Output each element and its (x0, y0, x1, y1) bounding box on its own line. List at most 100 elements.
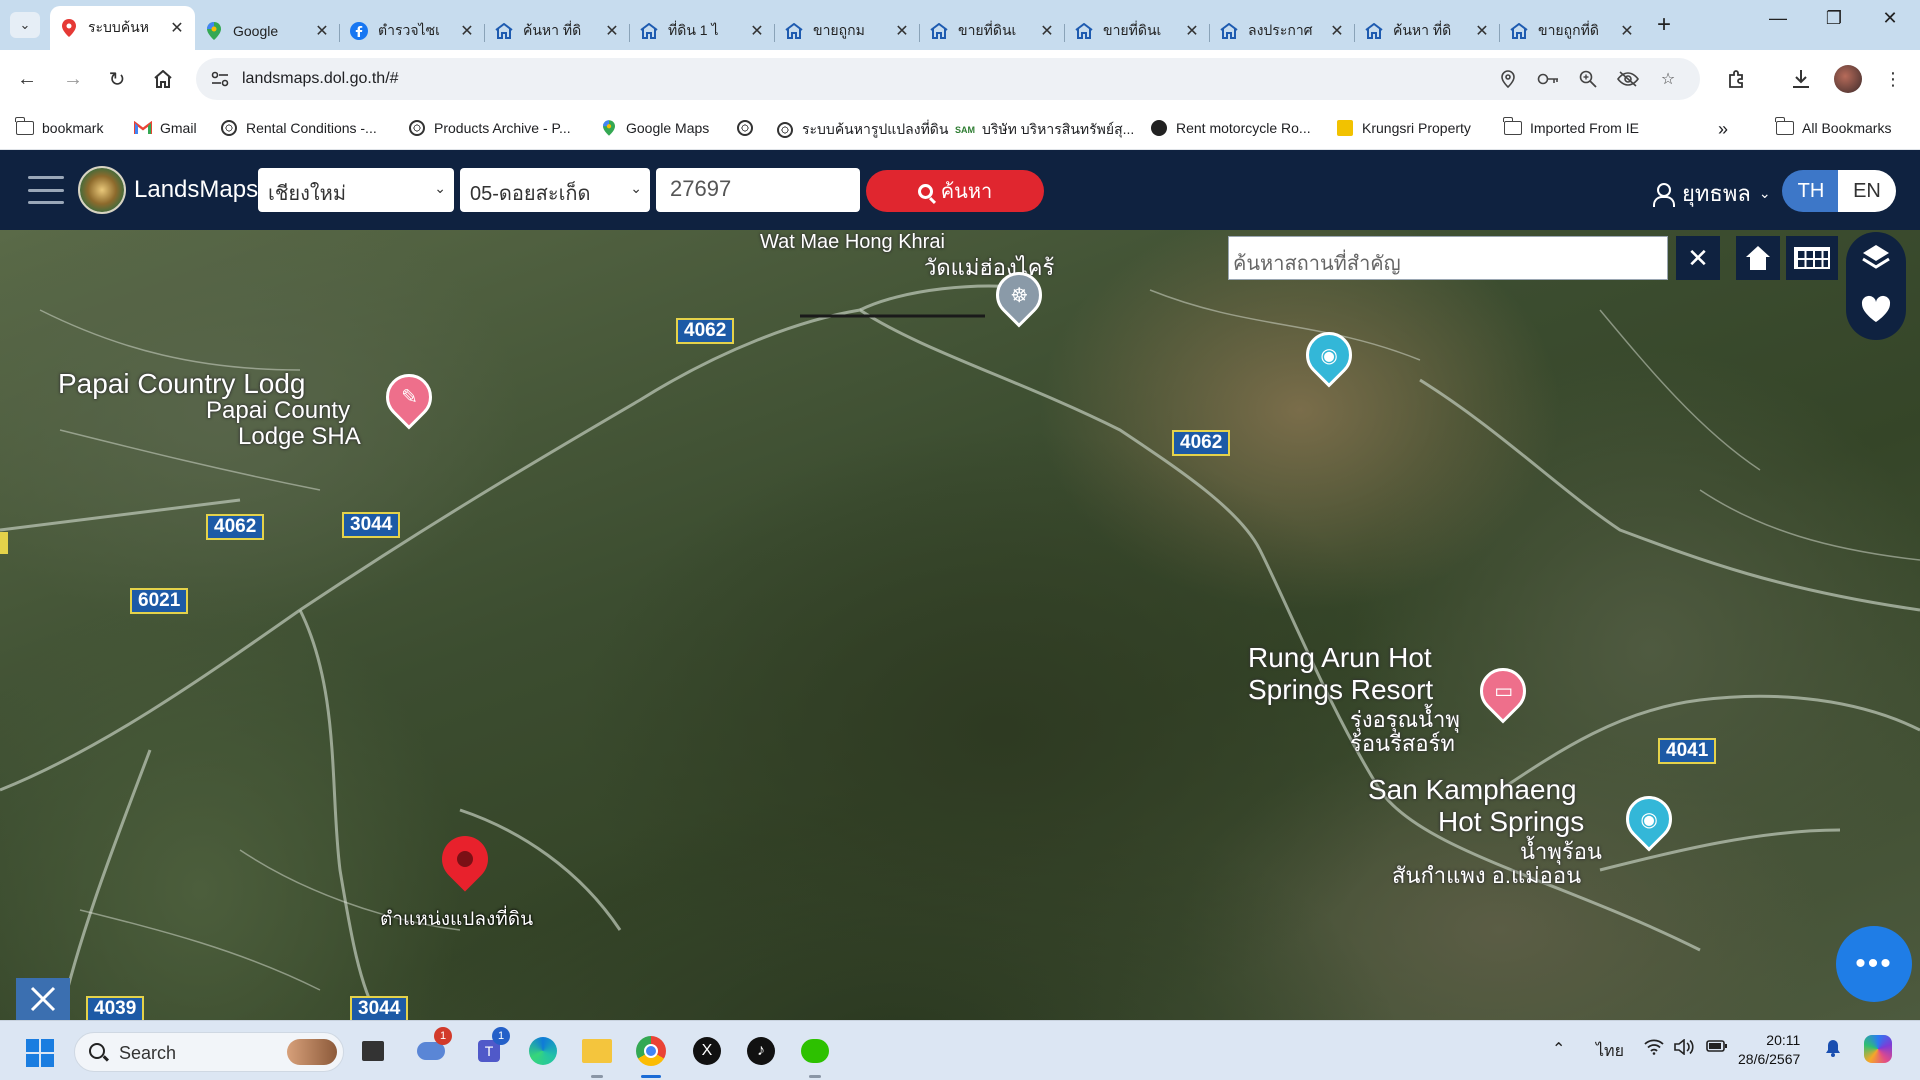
bookmarks-overflow-button[interactable]: » (1718, 119, 1728, 140)
tab-close-icon[interactable]: ✕ (1329, 21, 1345, 41)
notification-bell-icon[interactable] (1824, 1039, 1842, 1062)
layers-icon[interactable] (1860, 242, 1892, 279)
tab-facebook[interactable]: ตำรวจไซเ ✕ (340, 12, 485, 50)
restore-icon[interactable]: ❐ (1814, 8, 1854, 29)
new-tab-button[interactable]: + (1652, 12, 1676, 38)
bookmark-products-archive[interactable]: Products Archive - P... (408, 119, 571, 137)
home-icon[interactable] (148, 64, 178, 94)
bookmark-krungsri[interactable]: Krungsri Property (1336, 119, 1471, 137)
home-map-button[interactable] (1736, 236, 1780, 280)
zoom-icon[interactable] (1576, 68, 1600, 90)
tab-close-icon[interactable]: ✕ (1474, 21, 1490, 41)
back-icon[interactable]: ← (12, 64, 42, 94)
dol-home-icon (495, 22, 513, 40)
tab-dol-1[interactable]: ค้นหา ที่ดิ ✕ (485, 12, 630, 50)
chat-more-button[interactable]: ••• (1836, 926, 1912, 1002)
bookmark-sam[interactable]: SAM บริษัท บริหารสินทรัพย์สุ... (955, 119, 1134, 141)
search-button[interactable]: ค้นหา (866, 170, 1044, 212)
tab-landsmaps[interactable]: ระบบค้นห ✕ (50, 6, 195, 50)
bookmark-gmail[interactable]: Gmail (134, 119, 197, 137)
tray-overflow-chevron-icon[interactable]: ⌃ (1552, 1039, 1565, 1059)
bookmark-rental-conditions[interactable]: Rental Conditions -... (220, 119, 377, 137)
tab-dol-5[interactable]: ขายที่ดินเ ✕ (1065, 12, 1210, 50)
edge-icon[interactable] (524, 1033, 562, 1069)
close-window-icon[interactable]: ✕ (1870, 8, 1910, 29)
location-icon[interactable] (1496, 68, 1520, 90)
bookmark-label: Google Maps (626, 120, 710, 136)
bookmark-google-maps[interactable]: Google Maps (600, 119, 709, 137)
forward-icon[interactable]: → (58, 64, 88, 94)
weather-app-icon[interactable]: 1 (412, 1027, 452, 1069)
favorite-heart-icon[interactable] (1860, 294, 1892, 329)
tab-dol-4[interactable]: ขายที่ดินเ ✕ (920, 12, 1065, 50)
downloads-icon[interactable] (1788, 66, 1814, 92)
tab-dol-2[interactable]: ที่ดิน 1 ไ ✕ (630, 12, 775, 50)
tab-close-icon[interactable]: ✕ (604, 21, 620, 41)
tab-close-icon[interactable]: ✕ (1039, 21, 1055, 41)
extensions-icon[interactable] (1724, 66, 1750, 92)
reload-icon[interactable]: ↻ (102, 64, 132, 94)
minimize-icon[interactable]: — (1758, 8, 1798, 29)
volume-icon[interactable] (1674, 1038, 1696, 1060)
tab-close-icon[interactable]: ✕ (894, 21, 910, 41)
tab-close-icon[interactable]: ✕ (749, 21, 765, 41)
tab-google[interactable]: Google ✕ (195, 12, 340, 50)
lang-en-button[interactable]: EN (1838, 170, 1896, 212)
food-icon: ✎ (400, 386, 418, 409)
file-explorer-icon[interactable] (578, 1033, 616, 1078)
chrome-icon[interactable] (632, 1033, 670, 1078)
tab-dol-6[interactable]: ลงประกาศ ✕ (1210, 12, 1355, 50)
bookmark-imported-ie[interactable]: Imported From IE (1503, 117, 1639, 137)
taskbar-search[interactable]: Search (74, 1032, 344, 1072)
tab-dol-3[interactable]: ขายถูกม ✕ (775, 12, 920, 50)
district-select[interactable]: 05-ดอยสะเก็ด ⌄ (460, 168, 650, 212)
satellite-map[interactable]: Wat Mae Hong Khrai วัดแม่ฮ่องไคร้ ☸ 4062… (0, 230, 1920, 1020)
tab-dol-7[interactable]: ค้นหา ที่ดิ ✕ (1355, 12, 1500, 50)
bookmark-star-icon[interactable]: ☆ (1656, 68, 1680, 90)
profile-avatar[interactable] (1834, 65, 1862, 93)
tiktok-icon[interactable]: ♪ (742, 1033, 780, 1069)
x-icon[interactable]: X (688, 1033, 726, 1069)
place-label-papai: Papai County (206, 397, 351, 424)
tab-title: ระบบค้นห (88, 19, 149, 35)
teams-icon[interactable]: T 1 (470, 1027, 510, 1069)
menu-kebab-icon[interactable]: ⋮ (1880, 66, 1906, 92)
all-bookmarks-button[interactable]: All Bookmarks (1775, 117, 1891, 137)
parcel-number-input[interactable]: 27697 (656, 168, 860, 212)
lang-th-button[interactable]: TH (1782, 170, 1840, 212)
hamburger-menu-icon[interactable] (28, 176, 64, 204)
tab-close-icon[interactable]: ✕ (169, 18, 185, 38)
battery-icon[interactable] (1706, 1039, 1728, 1058)
tab-dol-8[interactable]: ขายถูกที่ดิ ✕ (1500, 12, 1645, 50)
grid-map-button[interactable] (1786, 236, 1838, 280)
task-view-icon[interactable] (354, 1033, 392, 1069)
bookmark-rent-motorcycle[interactable]: Rent motorcycle Ro... (1150, 119, 1311, 137)
wifi-icon[interactable] (1644, 1039, 1664, 1060)
bookmark-label: Gmail (160, 120, 197, 136)
bookmark-folder[interactable]: bookmark (15, 117, 103, 137)
tab-close-icon[interactable]: ✕ (1619, 21, 1635, 41)
left-panel-handle[interactable] (0, 532, 8, 554)
tab-close-icon[interactable]: ✕ (1184, 21, 1200, 41)
site-info-icon[interactable] (208, 67, 232, 91)
user-menu[interactable]: ยุทธพล ⌄ (1652, 176, 1771, 211)
place-search-input[interactable]: ค้นหาสถานที่สำคัญ (1228, 236, 1668, 280)
tab-search-button[interactable]: ⌄ (10, 12, 40, 38)
measure-tool-button[interactable] (16, 978, 70, 1020)
address-bar[interactable]: landsmaps.dol.go.th/# ☆ (196, 58, 1700, 100)
copilot-icon[interactable] (1864, 1035, 1892, 1068)
input-language-indicator[interactable]: ไทย (1596, 1039, 1624, 1064)
province-select[interactable]: เชียงใหม่ ⌄ (258, 168, 454, 212)
password-key-icon[interactable] (1536, 68, 1560, 90)
clear-search-button[interactable]: ✕ (1676, 236, 1720, 280)
tab-close-icon[interactable]: ✕ (314, 21, 330, 41)
eye-off-icon[interactable] (1616, 68, 1640, 90)
notification-badge: 1 (434, 1027, 452, 1045)
clock[interactable]: 20:11 28/6/2567 (1738, 1031, 1800, 1069)
bookmark-globe[interactable] (736, 119, 762, 137)
windows-start-icon[interactable] (26, 1039, 54, 1067)
tab-close-icon[interactable]: ✕ (459, 21, 475, 41)
bookmark-land-search[interactable]: ระบบค้นหารูปแปลงที่ดิน (776, 119, 948, 141)
bookmark-label: Imported From IE (1530, 120, 1639, 136)
wechat-icon[interactable] (796, 1033, 834, 1078)
